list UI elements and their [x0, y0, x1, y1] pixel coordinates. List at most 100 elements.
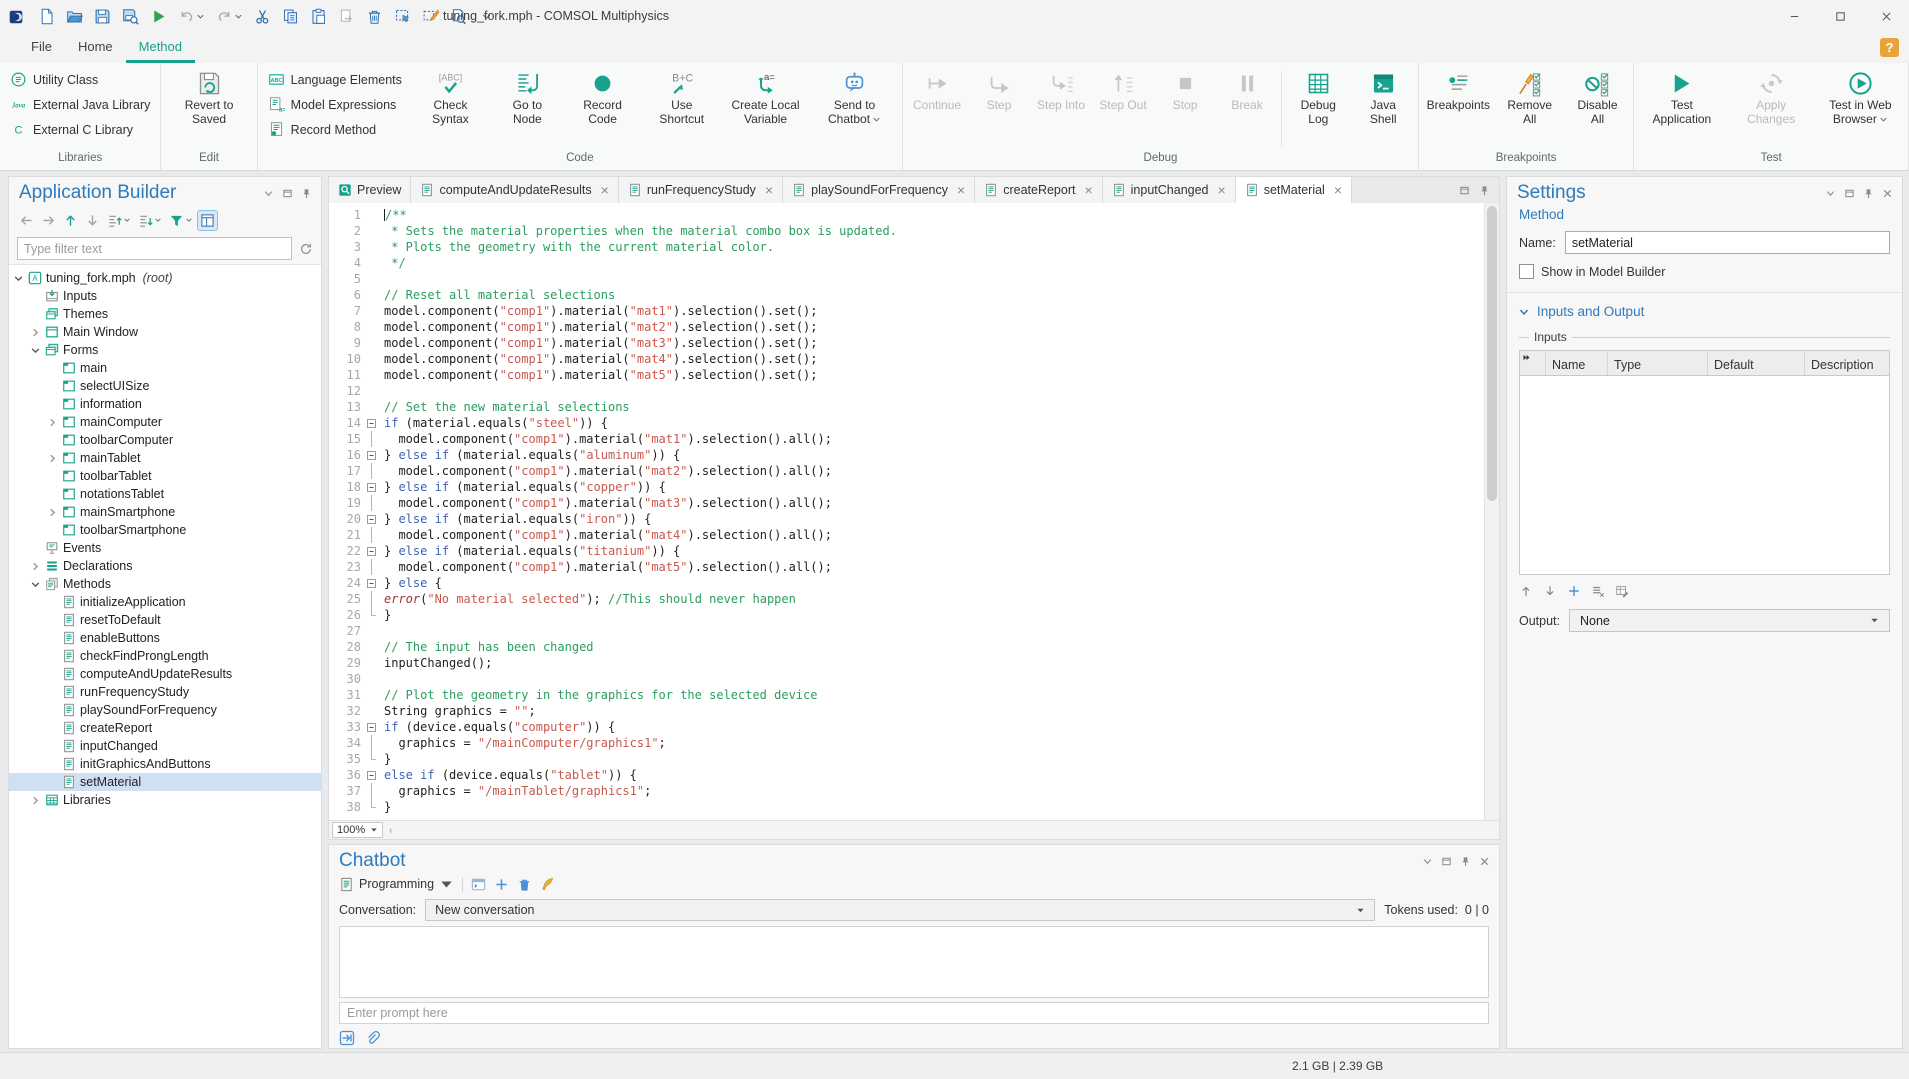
code-editor[interactable]: 1/**2 * Sets the material properties whe…: [329, 203, 1485, 821]
move-down-icon[interactable]: [1543, 584, 1557, 598]
fold-marker[interactable]: [365, 575, 378, 591]
pin-panel-icon[interactable]: [1460, 856, 1471, 867]
console-icon[interactable]: [471, 877, 486, 892]
select-region-button[interactable]: [391, 5, 414, 29]
tree-item-selectuisize[interactable]: selectUISize: [9, 377, 321, 395]
cut-button[interactable]: [251, 5, 274, 29]
editor-tab-playsoundforfrequency[interactable]: playSoundForFrequency×: [783, 177, 975, 203]
new-file-button[interactable]: [35, 5, 58, 29]
add-input-icon[interactable]: [1567, 584, 1581, 598]
ribbon-button-record-code[interactable]: Record Code: [563, 67, 643, 129]
ribbon-button-external-java-library[interactable]: JavaExternal Java Library: [6, 94, 154, 115]
ribbon-button-go-to-node[interactable]: Go to Node: [492, 67, 563, 129]
fold-marker[interactable]: [365, 479, 378, 495]
fold-marker[interactable]: [365, 511, 378, 527]
expand-arrow-icon[interactable]: [30, 795, 41, 806]
tree-item-playsoundforfrequency[interactable]: playSoundForFrequency: [9, 701, 321, 719]
ribbon-button-create-local-variable[interactable]: a=Create Local Variable: [721, 67, 810, 129]
expand-levels-button[interactable]: [105, 211, 133, 230]
close-panel-icon[interactable]: [1882, 188, 1893, 199]
tree-item-toolbarsmartphone[interactable]: toolbarSmartphone: [9, 521, 321, 539]
panel-menu-icon[interactable]: [1422, 856, 1433, 867]
close-tab-icon[interactable]: ×: [1084, 183, 1092, 197]
close-button[interactable]: [1863, 0, 1909, 33]
ribbon-button-disable-all[interactable]: Disable All: [1565, 67, 1630, 129]
new-conversation-icon[interactable]: [494, 877, 509, 892]
ribbon-button-test-in-web-browser[interactable]: Test in Web Browser: [1816, 67, 1905, 129]
close-tab-icon[interactable]: ×: [601, 183, 609, 197]
move-up-icon[interactable]: [1519, 584, 1533, 598]
delete-conversation-icon[interactable]: [517, 877, 532, 892]
float-panel-icon[interactable]: [1441, 856, 1452, 867]
help-button[interactable]: ?: [1880, 38, 1899, 57]
fold-marker[interactable]: [365, 415, 378, 431]
vertical-scrollbar[interactable]: [1484, 203, 1499, 821]
go-back-button[interactable]: [17, 211, 36, 230]
tree-item-maincomputer[interactable]: mainComputer: [9, 413, 321, 431]
save-as-button[interactable]: [119, 5, 142, 29]
tree-item-libraries[interactable]: Libraries: [9, 791, 321, 809]
ribbon-button-model-expressions[interactable]: a=Model Expressions: [264, 94, 406, 115]
refresh-icon[interactable]: [299, 242, 313, 256]
menu-tab-file[interactable]: File: [18, 33, 65, 63]
tree-item-setmaterial[interactable]: setMaterial: [9, 773, 321, 791]
ribbon-button-external-c-library[interactable]: CExternal C Library: [6, 119, 154, 140]
run-application-button[interactable]: [147, 5, 170, 29]
tree-item-information[interactable]: information: [9, 395, 321, 413]
zoom-dropdown-icon[interactable]: [370, 826, 378, 834]
duplicate-button[interactable]: [335, 5, 358, 29]
editor-tab-createreport[interactable]: createReport×: [975, 177, 1102, 203]
panel-menu-icon[interactable]: [263, 188, 274, 199]
inputs-table-body[interactable]: [1520, 376, 1889, 574]
copy-button[interactable]: [279, 5, 302, 29]
open-file-button[interactable]: [63, 5, 86, 29]
move-down-button[interactable]: [83, 211, 102, 230]
format-brush-button[interactable]: [419, 5, 442, 29]
tree-item-inputs[interactable]: Inputs: [9, 287, 321, 305]
go-forward-button[interactable]: [39, 211, 58, 230]
method-name-field[interactable]: [1565, 231, 1890, 254]
show-in-form-editor-button[interactable]: [198, 211, 217, 230]
ribbon-button-send-to-chatbot[interactable]: Send to Chatbot: [810, 67, 899, 129]
ribbon-button-utility-class[interactable]: Utility Class: [6, 69, 154, 90]
fold-marker[interactable]: [365, 767, 378, 783]
expand-arrow-icon[interactable]: [30, 327, 41, 338]
pin-editor-icon[interactable]: [1479, 185, 1490, 196]
move-up-button[interactable]: [61, 211, 80, 230]
delete-input-icon[interactable]: [1591, 584, 1605, 598]
show-in-model-builder-checkbox[interactable]: [1519, 264, 1534, 279]
tree-item-checkfindpronglength[interactable]: checkFindProngLength: [9, 647, 321, 665]
float-panel-icon[interactable]: [282, 188, 293, 199]
tree-item-notationstablet[interactable]: notationsTablet: [9, 485, 321, 503]
scroll-left-icon[interactable]: ‹: [389, 825, 392, 836]
expand-arrow-icon[interactable]: [47, 453, 58, 464]
output-select[interactable]: None: [1569, 609, 1890, 632]
tree-item-toolbartablet[interactable]: toolbarTablet: [9, 467, 321, 485]
menu-tab-home[interactable]: Home: [65, 33, 126, 63]
ribbon-button-revert-to-saved[interactable]: Revert to Saved: [164, 67, 253, 129]
tree-item-tuning-fork-mph[interactable]: Atuning_fork.mph(root): [9, 269, 321, 287]
tree-item-themes[interactable]: Themes: [9, 305, 321, 323]
tree-item-initgraphicsandbuttons[interactable]: initGraphicsAndButtons: [9, 755, 321, 773]
ribbon-button-java-shell[interactable]: Java Shell: [1352, 67, 1415, 129]
tree-item-mainsmartphone[interactable]: mainSmartphone: [9, 503, 321, 521]
tree-item-events[interactable]: Events: [9, 539, 321, 557]
collapse-levels-button[interactable]: [136, 211, 164, 230]
fold-marker[interactable]: [365, 719, 378, 735]
save-button[interactable]: [91, 5, 114, 29]
editor-tab-preview[interactable]: Preview: [329, 177, 411, 203]
tree-item-computeandupdateresults[interactable]: computeAndUpdateResults: [9, 665, 321, 683]
ribbon-button-use-shortcut[interactable]: B+CUse Shortcut: [642, 67, 721, 129]
collapse-arrow-icon[interactable]: [13, 273, 24, 284]
panel-menu-icon[interactable]: [1825, 188, 1836, 199]
ribbon-button-breakpoints[interactable]: Breakpoints: [1422, 67, 1495, 116]
clear-icon[interactable]: [540, 877, 555, 892]
fold-marker[interactable]: [365, 447, 378, 463]
collapse-arrow-icon[interactable]: [30, 579, 41, 590]
expand-arrow-icon[interactable]: [47, 417, 58, 428]
ribbon-button-record-method[interactable]: Record Method: [264, 119, 406, 140]
editor-tab-setmaterial[interactable]: setMaterial×: [1236, 177, 1352, 203]
editor-tab-inputchanged[interactable]: inputChanged×: [1103, 177, 1236, 203]
conversation-select[interactable]: New conversation: [425, 899, 1375, 921]
delete-button[interactable]: [363, 5, 386, 29]
